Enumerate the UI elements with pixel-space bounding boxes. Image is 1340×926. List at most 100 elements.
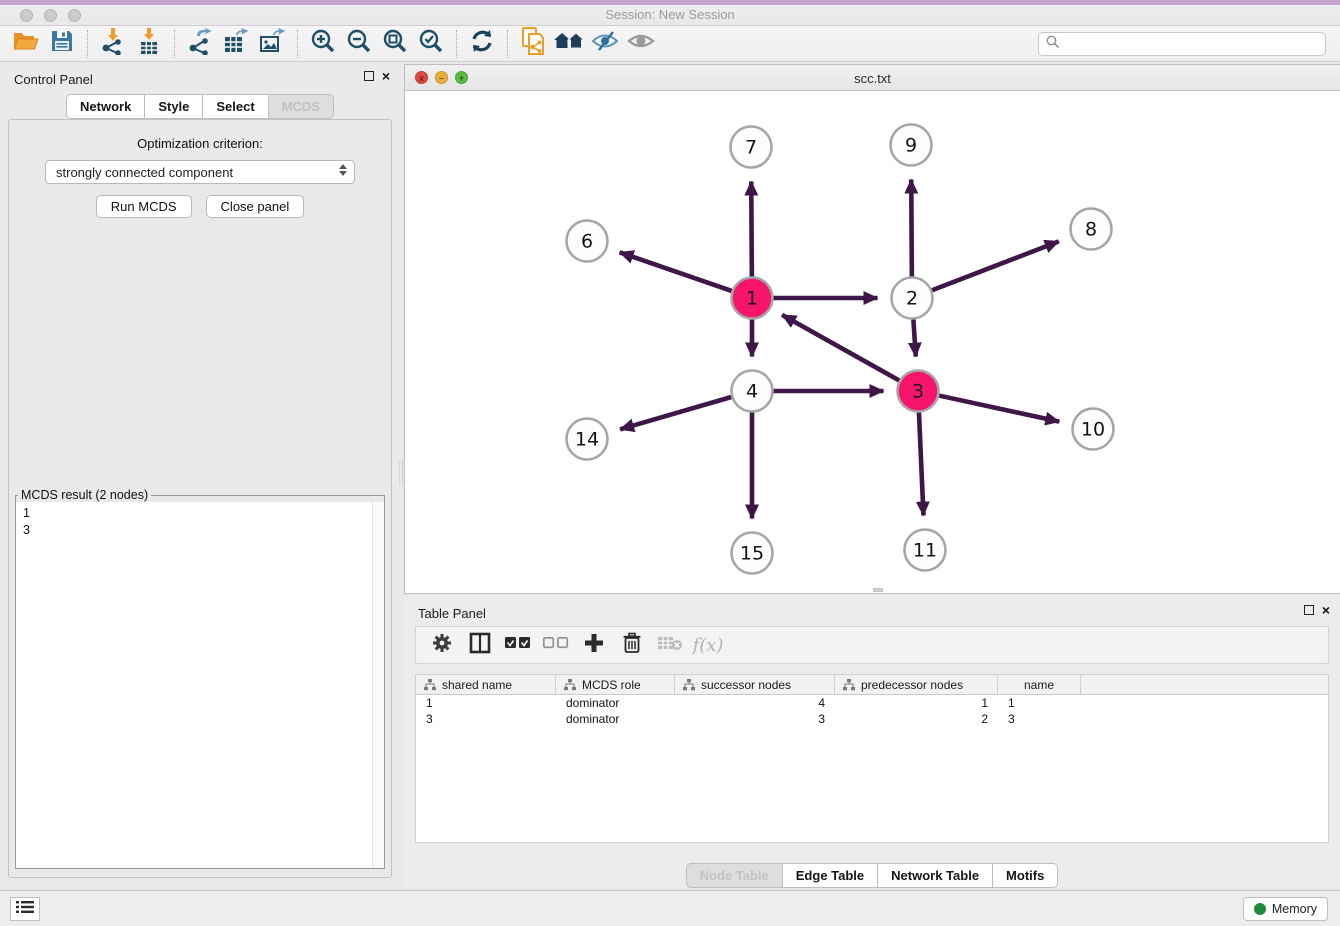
float-table-panel-icon[interactable] (1304, 605, 1314, 615)
tab-mcds[interactable]: MCDS (269, 94, 334, 119)
status-bar: Memory (0, 890, 1340, 926)
unchecked-boxes-icon (543, 636, 569, 655)
deselect-all-columns-button[interactable] (542, 630, 570, 660)
cell-name[interactable]: 3 (998, 711, 1081, 727)
node-table: shared name MCDS role successor nodes pr… (415, 674, 1329, 843)
toolbar-separator (297, 30, 298, 58)
control-panel-tabs: Network Style Select MCDS (0, 94, 400, 119)
edge-2-8[interactable] (932, 241, 1059, 290)
list-icon (16, 900, 34, 919)
delete-column-button[interactable] (618, 630, 646, 660)
import-network-button[interactable] (95, 28, 131, 60)
open-session-button[interactable] (8, 28, 44, 60)
tree-icon (564, 679, 576, 691)
cell-predecessor-nodes[interactable]: 2 (835, 711, 998, 727)
add-column-button[interactable] (580, 630, 608, 660)
cell-predecessor-nodes[interactable]: 1 (835, 695, 998, 711)
search-input[interactable] (1061, 34, 1325, 54)
import-table-button[interactable] (131, 28, 167, 60)
network-window-titlebar: x – + scc.txt (405, 65, 1340, 91)
show-all-views-button[interactable] (551, 28, 587, 60)
cell-successor-nodes[interactable]: 3 (675, 711, 835, 727)
edge-3-11[interactable] (919, 412, 924, 515)
graph-node-label: 4 (746, 381, 758, 403)
zoom-selected-button[interactable] (413, 28, 449, 60)
close-panel-icon[interactable]: × (382, 71, 390, 81)
tab-network-table[interactable]: Network Table (878, 863, 993, 888)
network-graph[interactable]: 7968124314101511 (405, 91, 1339, 595)
canvas-resize-handle[interactable] (873, 588, 883, 592)
table-settings-button[interactable] (428, 630, 456, 660)
tab-style[interactable]: Style (145, 94, 203, 119)
edge-1-7[interactable] (751, 181, 752, 276)
cell-shared-name[interactable]: 1 (416, 695, 556, 711)
export-network-button[interactable] (182, 28, 218, 60)
result-scrollbar[interactable] (372, 502, 384, 868)
task-history-button[interactable] (10, 897, 40, 921)
float-panel-icon[interactable] (364, 71, 374, 81)
cell-mcds-role[interactable]: dominator (556, 695, 675, 711)
graph-node-label: 7 (745, 137, 757, 159)
export-table-button[interactable] (218, 28, 254, 60)
open-folder-icon (12, 29, 40, 58)
fx-icon: f(x) (693, 635, 724, 656)
hide-panels-button[interactable] (587, 28, 623, 60)
clone-network-button[interactable] (515, 28, 551, 60)
run-mcds-button[interactable]: Run MCDS (96, 195, 192, 218)
cell-mcds-role[interactable]: dominator (556, 711, 675, 727)
zoom-in-button[interactable] (305, 28, 341, 60)
mcds-result-line: 3 (23, 522, 384, 539)
column-header-mcds-role[interactable]: MCDS role (556, 675, 675, 694)
edge-2-9[interactable] (911, 179, 912, 276)
import-network-icon (100, 27, 126, 60)
column-header-shared-name[interactable]: shared name (416, 675, 556, 694)
table-row[interactable]: 3 dominator 3 2 3 (416, 711, 1328, 727)
column-header-predecessor-nodes[interactable]: predecessor nodes (835, 675, 998, 694)
zoom-fit-button[interactable] (377, 28, 413, 60)
plus-icon (584, 633, 604, 658)
cell-successor-nodes[interactable]: 4 (675, 695, 835, 711)
save-session-button[interactable] (44, 28, 80, 60)
network-window-title: scc.txt (405, 71, 1340, 86)
table-row[interactable]: 1 dominator 4 1 1 (416, 695, 1328, 711)
mcds-result-title: MCDS result (2 nodes) (18, 488, 151, 502)
cell-shared-name[interactable]: 3 (416, 711, 556, 727)
refresh-layout-button[interactable] (464, 28, 500, 60)
tab-motifs[interactable]: Motifs (993, 863, 1058, 888)
save-floppy-icon (50, 29, 74, 58)
panel-splitter-handle[interactable] (399, 460, 403, 486)
mcds-result-line: 1 (23, 505, 384, 522)
criterion-select[interactable]: strongly connected component (45, 160, 355, 184)
application-window: Session: New Session (0, 0, 1340, 926)
zoom-out-button[interactable] (341, 28, 377, 60)
edge-1-6[interactable] (620, 252, 732, 291)
export-image-button[interactable] (254, 28, 290, 60)
column-header-successor-nodes[interactable]: successor nodes (675, 675, 835, 694)
houses-icon (553, 29, 585, 58)
split-view-button[interactable] (466, 630, 494, 660)
edge-2-3[interactable] (913, 319, 915, 356)
tree-icon (683, 679, 695, 691)
graph-node-label: 15 (740, 543, 764, 565)
edge-3-1[interactable] (782, 315, 899, 381)
close-table-panel-icon[interactable]: × (1322, 605, 1330, 615)
tab-network[interactable]: Network (66, 94, 145, 119)
tab-node-table[interactable]: Node Table (686, 863, 783, 888)
cell-name[interactable]: 1 (998, 695, 1081, 711)
tab-edge-table[interactable]: Edge Table (783, 863, 878, 888)
memory-label: Memory (1272, 902, 1317, 916)
close-panel-button[interactable]: Close panel (206, 195, 305, 218)
show-panels-button[interactable] (623, 28, 659, 60)
select-all-columns-button[interactable] (504, 630, 532, 660)
tab-select[interactable]: Select (203, 94, 268, 119)
column-header-name[interactable]: name (998, 675, 1081, 694)
edge-3-10[interactable] (939, 396, 1059, 422)
refresh-icon (469, 28, 495, 59)
control-panel: Control Panel × Network Style Select MCD… (0, 62, 400, 890)
clone-network-icon (519, 26, 547, 61)
zoom-in-icon (310, 28, 336, 59)
network-canvas[interactable]: 7968124314101511 (405, 91, 1340, 593)
graph-node-label: 14 (575, 429, 599, 451)
edge-4-14[interactable] (620, 397, 731, 429)
memory-button[interactable]: Memory (1243, 897, 1328, 921)
